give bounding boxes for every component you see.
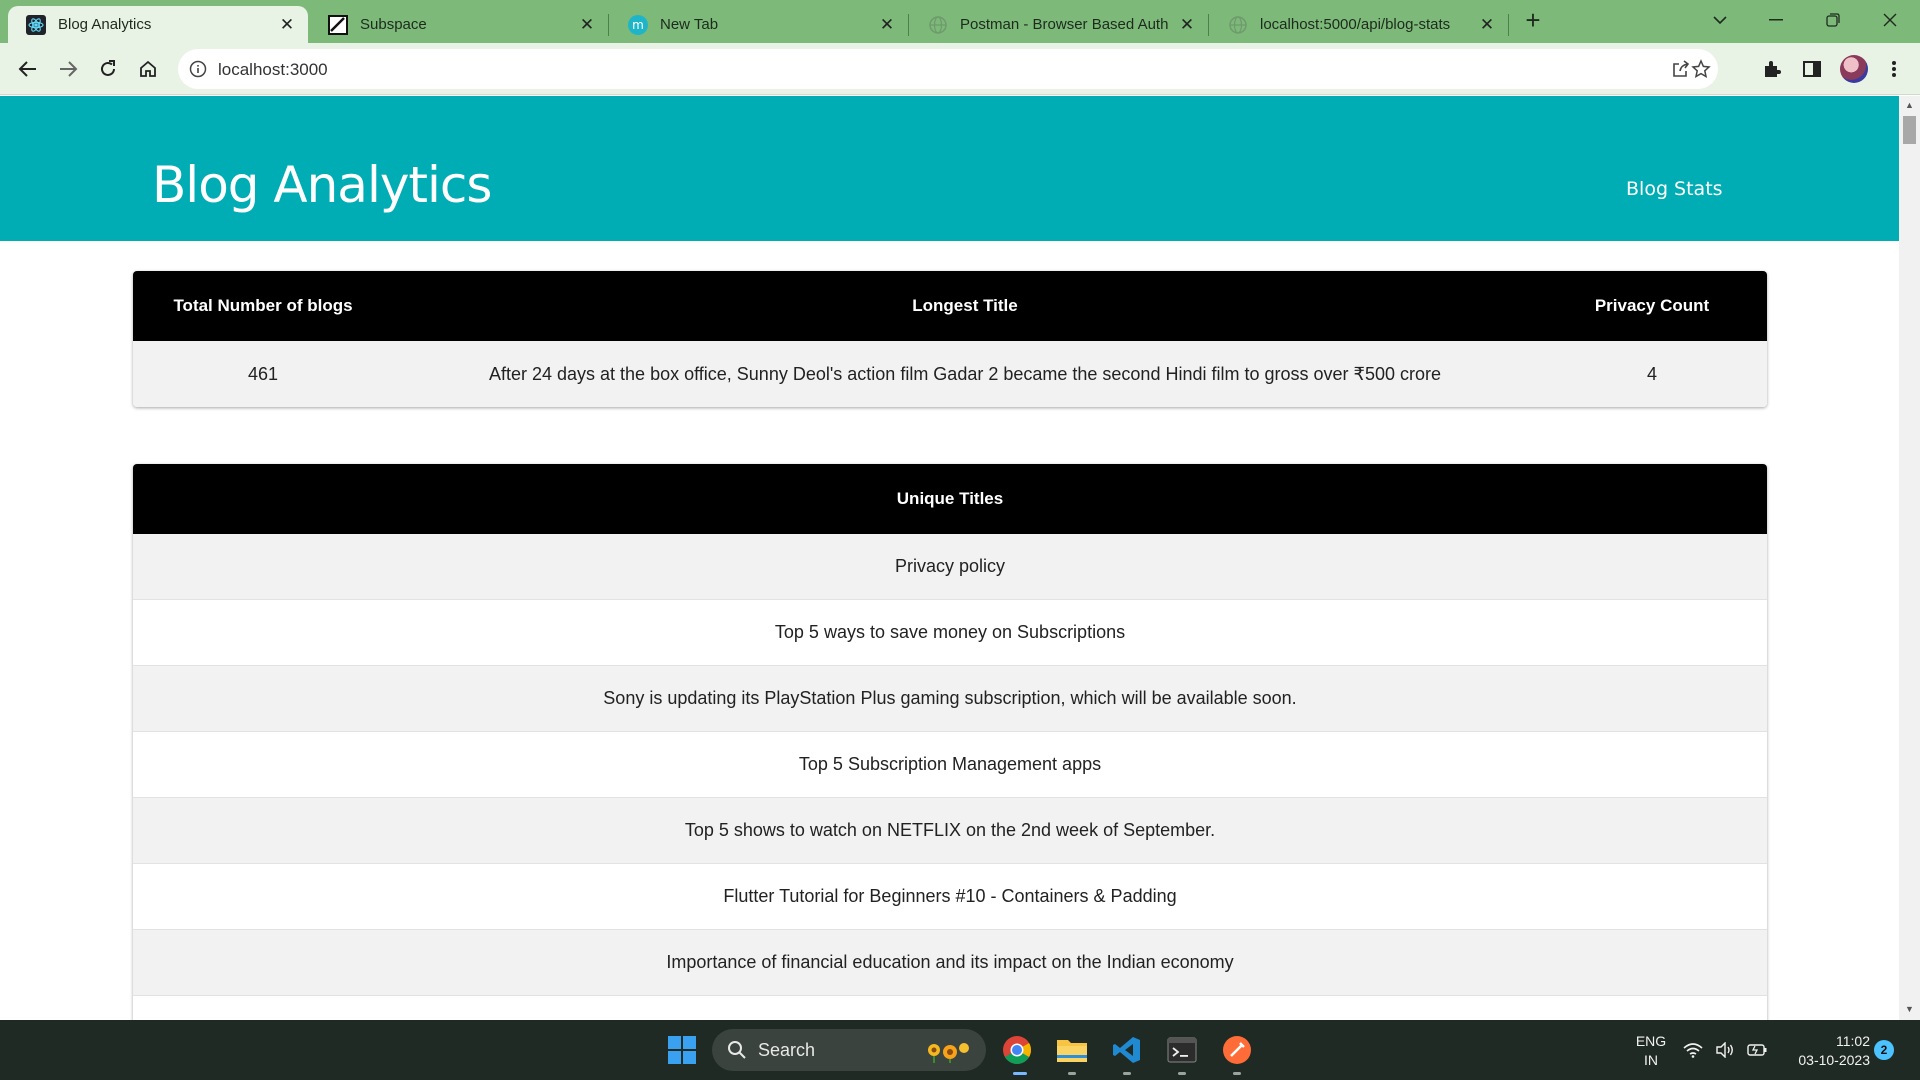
close-tab-icon[interactable]: ✕ [876, 14, 898, 36]
close-tab-icon[interactable]: ✕ [276, 14, 298, 36]
tab-search-chevron-icon[interactable] [1700, 6, 1740, 34]
chrome-icon[interactable] [999, 1032, 1035, 1068]
volume-icon[interactable] [1712, 1032, 1738, 1068]
restore-icon[interactable] [1813, 6, 1853, 34]
globe-icon [1228, 15, 1248, 35]
globe-icon [928, 15, 948, 35]
header-longest-title: Longest Title [912, 296, 1018, 315]
scrollbar-thumb[interactable] [1903, 116, 1916, 144]
clock[interactable]: 11:02 03-10-2023 [1780, 1032, 1870, 1070]
new-tab-button[interactable]: + [1520, 7, 1546, 34]
reload-icon[interactable] [92, 53, 124, 85]
m-icon: m [628, 14, 648, 35]
kebab-menu-icon[interactable] [1878, 53, 1910, 85]
tab-postman[interactable]: Postman - Browser Based Auth ✕ [910, 6, 1208, 43]
table-row: Top 5 ways to save money on Subscription… [133, 600, 1767, 666]
wifi-icon[interactable] [1680, 1032, 1706, 1068]
stats-table-header: Total Number of blogs Longest Title Priv… [133, 271, 1767, 341]
total-blogs-value: 461 [247, 363, 279, 384]
privacy-count-value: 4 [1646, 363, 1657, 384]
search-icon [727, 1040, 747, 1065]
table-row: Importance of financial education and it… [133, 930, 1767, 996]
flowers-widget-icon [920, 1036, 976, 1069]
windows-start-icon[interactable] [664, 1032, 700, 1068]
tab-divider [608, 14, 609, 36]
vscode-indicator [1123, 1072, 1131, 1075]
react-icon [26, 14, 46, 35]
tab-divider [1208, 14, 1209, 36]
tab-new-tab[interactable]: m New Tab ✕ [610, 6, 908, 43]
scroll-up-arrow-icon[interactable]: ▲ [1904, 100, 1915, 111]
notification-badge[interactable]: 2 [1874, 1040, 1894, 1060]
tab-label: Postman - Browser Based Auth [960, 16, 1169, 33]
taskbar-search[interactable]: Search [712, 1029, 986, 1071]
svg-text:m: m [632, 18, 644, 32]
page-scrollbar[interactable]: ▲ ▼ [1899, 96, 1920, 1020]
tab-subspace[interactable]: Subspace ✕ [310, 6, 608, 43]
tab-divider [908, 14, 909, 36]
windows-taskbar: Search ENG IN 11:02 03-10-2023 [0, 1020, 1920, 1080]
file-explorer-icon[interactable] [1054, 1032, 1090, 1068]
minimize-icon[interactable] [1756, 6, 1796, 34]
tab-divider [1508, 14, 1509, 36]
close-tab-icon[interactable]: ✕ [576, 14, 598, 36]
terminal-icon[interactable] [1164, 1032, 1200, 1068]
side-panel-icon[interactable] [1796, 53, 1828, 85]
profile-avatar[interactable] [1840, 55, 1868, 83]
stats-table: Total Number of blogs Longest Title Priv… [133, 271, 1767, 407]
table-row: Flutter Tutorial for Beginners #10 - Con… [133, 864, 1767, 930]
page-viewport: Blog Analytics Blog Stats Total Number o… [0, 96, 1899, 1020]
site-info-icon[interactable] [188, 59, 208, 79]
chrome-active-indicator [1013, 1072, 1027, 1075]
language-indicator[interactable]: ENG IN [1628, 1032, 1674, 1070]
share-icon[interactable] [1670, 58, 1692, 80]
clock-time: 11:02 [1836, 1033, 1870, 1049]
search-label: Search [758, 1039, 816, 1060]
stats-table-row: 461 After 24 days at the box office, Sun… [133, 341, 1767, 407]
tab-label: New Tab [660, 16, 719, 33]
address-bar[interactable]: localhost:3000 [178, 49, 1718, 89]
language-code: ENG [1635, 1033, 1667, 1049]
explorer-indicator [1068, 1072, 1076, 1075]
table-row: Sony is updating its PlayStation Plus ga… [133, 666, 1767, 732]
table-row [133, 996, 1767, 1020]
table-row: Top 5 shows to watch on NETFLIX on the 2… [133, 798, 1767, 864]
extensions-puzzle-icon[interactable] [1756, 53, 1788, 85]
tab-label: localhost:5000/api/blog-stats [1260, 16, 1451, 33]
forward-arrow-icon[interactable] [52, 53, 84, 85]
home-icon[interactable] [132, 53, 164, 85]
close-window-icon[interactable] [1870, 6, 1910, 34]
close-tab-icon[interactable]: ✕ [1176, 14, 1198, 36]
unique-titles-header: Unique Titles [133, 464, 1767, 534]
star-bookmark-icon[interactable] [1690, 58, 1712, 80]
tab-label: Blog Analytics [58, 16, 152, 33]
subspace-icon [328, 14, 348, 35]
site-title: Blog Analytics [152, 156, 492, 214]
scroll-down-arrow-icon[interactable]: ▼ [1904, 1004, 1915, 1015]
terminal-indicator [1178, 1072, 1186, 1075]
vscode-icon[interactable] [1109, 1032, 1145, 1068]
blog-stats-link[interactable]: Blog Stats [1626, 178, 1723, 200]
tab-label: Subspace [360, 16, 427, 33]
header-total-blogs: Total Number of blogs [173, 296, 353, 315]
longest-title-value: After 24 days at the box office, Sunny D… [488, 363, 1442, 384]
site-header: Blog Analytics Blog Stats [0, 96, 1899, 241]
close-tab-icon[interactable]: ✕ [1476, 14, 1498, 36]
browser-tab-bar: Blog Analytics ✕ Subspace ✕ m New Tab ✕ … [0, 0, 1920, 43]
tab-blog-analytics[interactable]: Blog Analytics ✕ [8, 6, 308, 43]
clock-date: 03-10-2023 [1798, 1052, 1870, 1068]
header-privacy-count: Privacy Count [1594, 296, 1710, 315]
postman-indicator [1233, 1072, 1241, 1075]
table-row: Privacy policy [133, 534, 1767, 600]
unique-titles-table: Unique Titles Privacy policy Top 5 ways … [133, 464, 1767, 1020]
tab-blog-stats-api[interactable]: localhost:5000/api/blog-stats ✕ [1210, 6, 1508, 43]
back-arrow-icon[interactable] [12, 53, 44, 85]
table-row: Top 5 Subscription Management apps [133, 732, 1767, 798]
battery-icon[interactable] [1744, 1032, 1770, 1068]
browser-toolbar: localhost:3000 [0, 43, 1920, 95]
unique-titles-body: Privacy policy Top 5 ways to save money … [133, 534, 1767, 1020]
postman-icon[interactable] [1219, 1032, 1255, 1068]
region-code: IN [1644, 1052, 1658, 1068]
url-text: localhost:3000 [218, 60, 328, 79]
